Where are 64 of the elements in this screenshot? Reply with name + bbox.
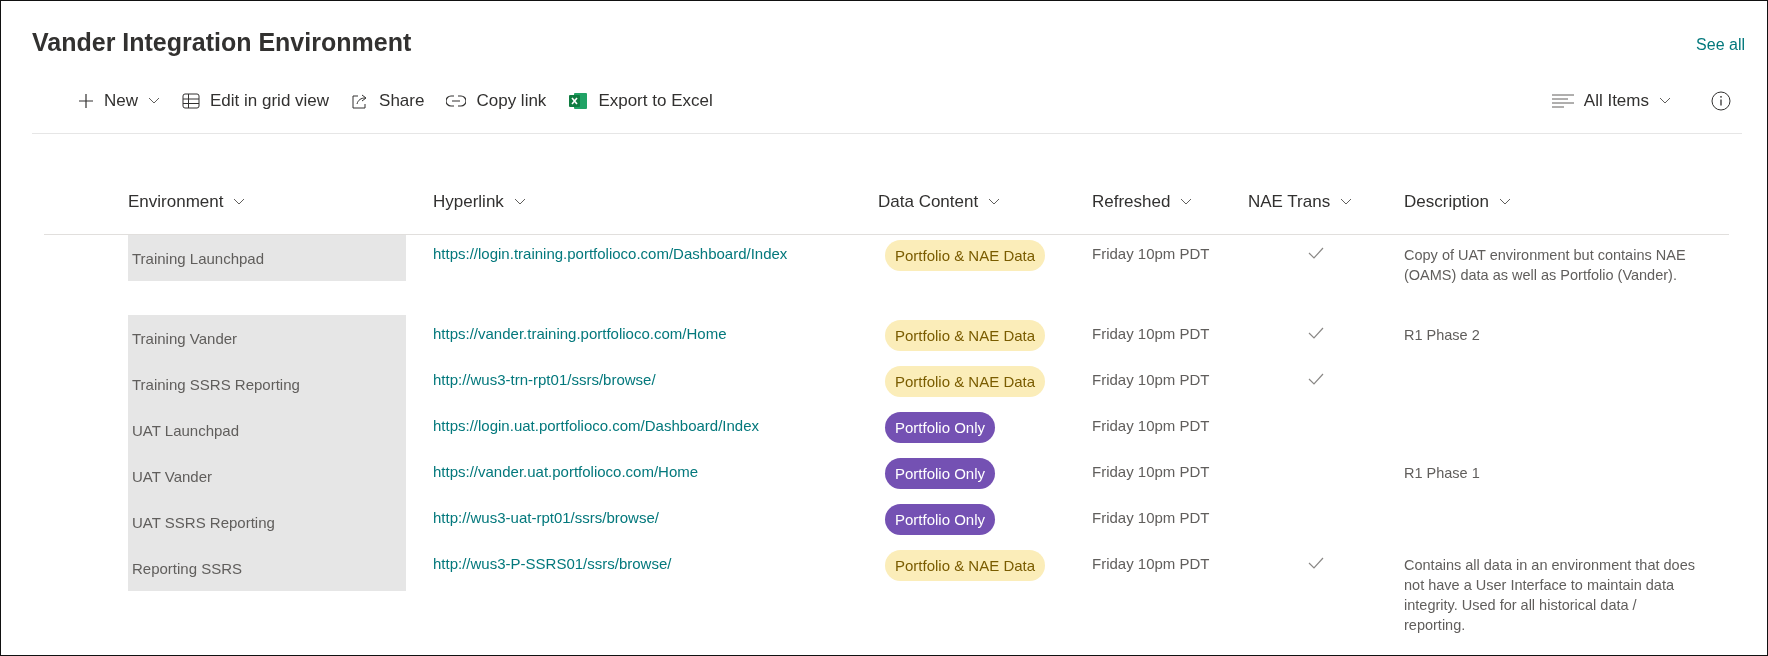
caret-icon [233,198,246,206]
hyperlink[interactable]: http://wus3-P-SSRS01/ssrs/browse/ [433,555,672,572]
toolbar-button[interactable]: Share [351,91,425,111]
checkmark-icon [1308,327,1324,339]
table-cell-text: R1 Phase 2 [1404,326,1481,345]
table-cell-text: R1 Phase 1 [1404,464,1481,483]
table-cell-text: Friday 10pm PDT [1092,244,1211,264]
tag: Portfolio & NAE Data [885,240,1046,271]
caret-icon [513,198,526,206]
caret-icon [1340,198,1353,206]
hyperlink[interactable]: http://wus3-trn-rpt01/ssrs/browse/ [433,371,656,388]
info-icon[interactable] [1711,91,1731,111]
table-cell-text: Friday 10pm PDT [1092,416,1211,436]
table-cell: UAT Launchpad [128,407,406,453]
table-cell-text: Friday 10pm PDT [1092,370,1211,390]
caret-icon [1499,198,1512,206]
tag: Portfolio & NAE Data [885,550,1046,581]
toolbar-button[interactable]: Edit in grid view [182,91,330,111]
toolbar-button[interactable]: New [78,91,160,111]
caret-icon [1180,198,1193,206]
column-header[interactable]: Refreshed [1092,190,1193,214]
hyperlink[interactable]: https://vander.uat.portfolioco.com/Home [433,463,699,480]
tag: Portfolio & NAE Data [885,320,1046,351]
view-selector[interactable]: All Items [1551,91,1671,111]
hyperlink[interactable]: http://wus3-uat-rpt01/ssrs/browse/ [433,509,659,526]
column-header[interactable]: Data Content [878,190,1001,214]
column-header[interactable]: Description [1404,190,1512,214]
tag: Portfolio Only [885,412,996,443]
tag: Portfolio Only [885,458,996,489]
caret-icon [1659,97,1671,105]
column-header[interactable]: Hyperlink [433,190,526,214]
see-all-link[interactable]: See all [1696,36,1745,54]
table-cell-text: Friday 10pm PDT [1092,508,1211,528]
table-cell: Reporting SSRS [128,545,406,591]
toolbar-button[interactable]: Export to Excel [568,91,713,111]
table-cell-text: Friday 10pm PDT [1092,462,1211,482]
checkmark-icon [1308,247,1324,259]
table-cell-text: Friday 10pm PDT [1092,324,1211,344]
tag: Portfolio Only [885,504,996,535]
table-cell: UAT Vander [128,453,406,499]
table-cell-text: Copy of UAT environment but contains NAE (OAMS) data as well as Portfolio (Vander). [1404,246,1687,285]
table-cell-text: Friday 10pm PDT [1092,554,1211,574]
hyperlink[interactable]: https://vander.training.portfolioco.com/Home [433,325,727,342]
column-header[interactable]: NAE Trans [1248,190,1353,214]
table-cell: Training SSRS Reporting [128,361,406,407]
table-cell: Training Vander [128,315,406,361]
toolbar-button[interactable]: Copy link [446,91,547,111]
tag: Portfolio & NAE Data [885,366,1046,397]
plus-icon [78,93,94,109]
spreadsheet-icon [568,92,589,110]
caret-icon [148,97,160,105]
hyperlink[interactable]: https://login.uat.portfolioco.com/Dashboard/Index [433,417,760,434]
checkmark-icon [1308,373,1324,385]
lines-icon [1551,94,1574,108]
checkmark-icon [1308,557,1324,569]
column-header[interactable]: Environment [128,190,246,214]
hyperlink[interactable]: https://login.training.portfolioco.com/Dashboard/Index [433,245,788,262]
table-cell: Training Launchpad [128,235,406,281]
table-cell: UAT SSRS Reporting [128,499,406,545]
link-icon [446,95,467,107]
table-icon [182,93,200,109]
list-title: Vander Integration Environment [32,27,412,57]
table-cell-text: Contains all data in an environment that does not have a User Interface to maintain data integrity. Used for all historical data / reporting. [1404,556,1696,635]
caret-icon [988,198,1001,206]
